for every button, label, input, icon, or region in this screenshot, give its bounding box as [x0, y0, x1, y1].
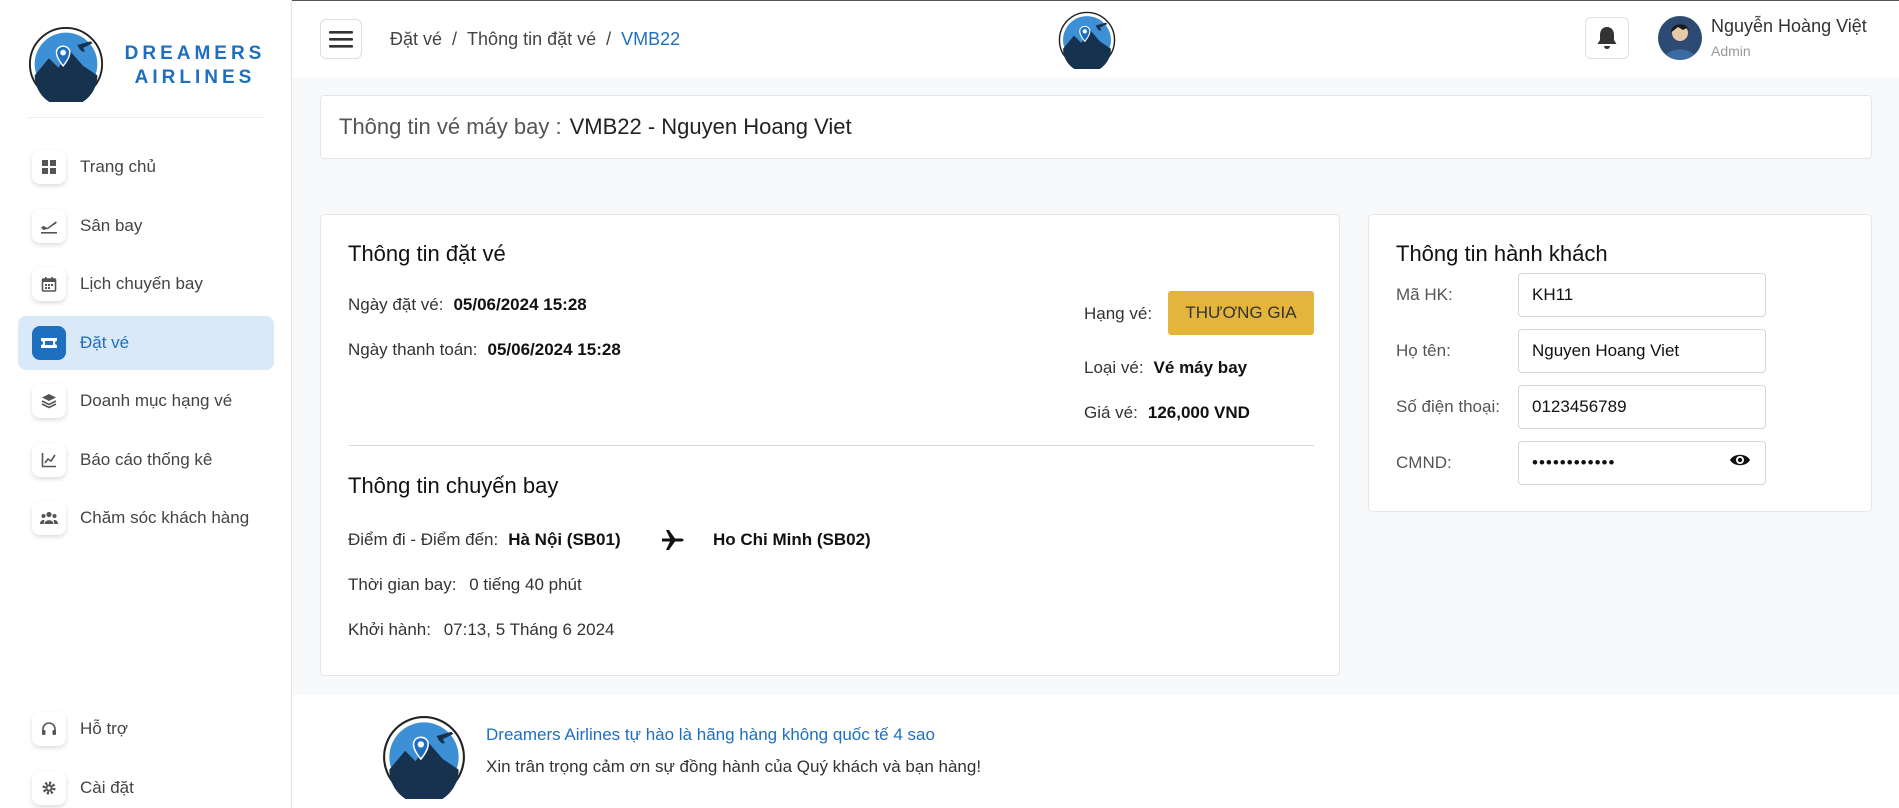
ticket-title-bar: Thông tin vé máy bay : VMB22 - Nguyen Ho… [320, 95, 1872, 159]
passenger-id-field[interactable] [1518, 273, 1766, 317]
brand-line2: AIRLINES [134, 67, 256, 88]
ticket-title-value: VMB22 - Nguyen Hoang Viet [569, 114, 852, 139]
booking-info-card: Thông tin đặt vé Ngày đặt vé: 05/06/2024 … [320, 214, 1340, 676]
passenger-heading: Thông tin hành khách [1396, 241, 1608, 266]
passenger-info-card: Thông tin hành khách Mã HK: Họ tên: Số đ… [1368, 214, 1872, 512]
booking-date-row: Ngày đặt vé: 05/06/2024 15:28 [348, 295, 587, 315]
sidebar-item-customer-care[interactable]: Chăm sóc khách hàng [18, 491, 274, 545]
gear-icon [32, 770, 66, 805]
departure-label: Khởi hành: [348, 620, 431, 639]
dreamers-logo-icon [1058, 11, 1116, 69]
route-row: Điểm đi - Điểm đến: Hà Nội (SB01) [348, 530, 621, 550]
section-divider [348, 445, 1314, 446]
booking-date-value: 05/06/2024 15:28 [453, 295, 587, 314]
hamburger-icon [329, 31, 353, 48]
breadcrumb-separator: / [452, 29, 458, 49]
breadcrumb-current: VMB22 [621, 29, 681, 49]
brand-divider [28, 117, 264, 118]
departure-row: Khởi hành: 07:13, 5 Tháng 6 2024 [348, 620, 615, 640]
sidebar-item-label: Hỗ trợ [80, 719, 128, 738]
eye-icon[interactable] [1729, 452, 1751, 468]
bell-icon [1597, 27, 1617, 49]
sidebar-item-booking[interactable]: Đặt vé [18, 315, 274, 370]
breadcrumb-separator: / [606, 29, 612, 49]
route-to: Ho Chi Minh (SB02) [713, 530, 871, 549]
avatar[interactable] [1658, 16, 1702, 60]
payment-date-value: 05/06/2024 15:28 [487, 340, 621, 359]
passenger-phone-field[interactable] [1518, 385, 1766, 429]
user-role: Admin [1711, 43, 1751, 59]
sidebar-item-flight-schedule[interactable]: Lịch chuyến bay [18, 257, 274, 311]
ticket-price-label: Giá vé: [1084, 403, 1138, 422]
passenger-id-label: Mã HK: [1396, 285, 1453, 304]
footer-thanks: Xin trân trọng cảm ơn sự đồng hành của Q… [486, 757, 982, 776]
brand-line1: DREAMERS [124, 43, 266, 64]
ticket-class-badge: THƯƠNG GIA [1168, 291, 1314, 335]
sidebar-item-support[interactable]: Hỗ trợ [18, 702, 274, 756]
duration-label: Thời gian bay: [348, 575, 457, 594]
breadcrumb-booking[interactable]: Đặt vé [390, 29, 442, 50]
ticket-type-row: Loại vé: Vé máy bay [1084, 358, 1247, 378]
route-label: Điểm đi - Điểm đến: [348, 530, 499, 549]
ticket-title-label: Thông tin vé máy bay : [339, 114, 562, 139]
sidebar-item-label: Lịch chuyến bay [80, 274, 203, 293]
brand[interactable]: DREAMERS AIRLINES [28, 26, 268, 104]
route-from: Hà Nội (SB01) [508, 530, 621, 549]
sidebar-item-label: Cài đặt [80, 777, 134, 797]
ticket-price-row: Giá vé: 126,000 VND [1084, 403, 1250, 423]
sidebar-nav: Trang chủ Sân bay Lịch chuyến bay Đặt vé… [18, 140, 274, 550]
sidebar-item-label: Doanh mục hạng vé [80, 391, 233, 410]
footer: Dreamers Airlines tự hào là hãng hàng kh… [292, 695, 1899, 808]
sidebar-item-settings[interactable]: Cài đặt [18, 761, 274, 808]
payment-date-label: Ngày thanh toán: [348, 340, 478, 359]
booking-heading: Thông tin đặt vé [348, 241, 506, 266]
headset-icon [32, 712, 66, 746]
airplane-icon [662, 530, 684, 550]
windows-icon [32, 150, 66, 184]
sidebar-item-airports[interactable]: Sân bay [18, 199, 274, 253]
sidebar-item-ticket-classes[interactable]: Doanh mục hạng vé [18, 374, 274, 428]
layers-icon [32, 384, 66, 418]
ticket-type-value: Vé máy bay [1153, 358, 1248, 377]
sidebar-item-reports[interactable]: Báo cáo thống kê [18, 433, 274, 487]
line-chart-icon [32, 442, 66, 477]
flight-heading: Thông tin chuyến bay [348, 473, 559, 498]
sidebar-bottom-nav: Hỗ trợ Cài đặt [18, 702, 274, 808]
sidebar-item-label: Đặt vé [80, 332, 130, 352]
duration-row: Thời gian bay: 0 tiếng 40 phút [348, 575, 582, 595]
payment-date-row: Ngày thanh toán: 05/06/2024 15:28 [348, 340, 621, 360]
sidebar-item-label: Trang chủ [80, 157, 156, 176]
passenger-name-field[interactable] [1518, 329, 1766, 373]
ticket-icon [32, 325, 66, 360]
calendar-icon [32, 267, 66, 301]
duration-value: 0 tiếng 40 phút [469, 575, 582, 594]
menu-toggle-button[interactable] [320, 19, 362, 59]
passenger-cmnd-label: CMND: [1396, 453, 1452, 472]
sidebar: DREAMERS AIRLINES Trang chủ Sân bay Lịch… [0, 0, 292, 808]
sidebar-item-label: Sân bay [80, 215, 143, 235]
route-to-row: Ho Chi Minh (SB02) [713, 530, 871, 550]
departure-value: 07:13, 5 Tháng 6 2024 [443, 620, 615, 639]
ticket-price-value: 126,000 VND [1147, 403, 1250, 422]
dreamers-logo-icon [28, 26, 104, 102]
breadcrumb-booking-info[interactable]: Thông tin đặt vé [467, 29, 596, 50]
footer-tagline: Dreamers Airlines tự hào là hãng hàng kh… [486, 725, 935, 744]
sidebar-item-label: Báo cáo thống kê [80, 449, 213, 469]
dreamers-logo-icon [382, 715, 466, 799]
sidebar-item-home[interactable]: Trang chủ [18, 140, 274, 194]
sidebar-item-label: Chăm sóc khách hàng [80, 508, 250, 527]
users-icon [32, 501, 66, 535]
ticket-type-label: Loại vé: [1084, 358, 1144, 377]
passenger-name-label: Họ tên: [1396, 341, 1451, 360]
brand-text: DREAMERS AIRLINES [120, 42, 270, 90]
notification-button[interactable] [1585, 17, 1629, 59]
booking-date-label: Ngày đặt vé: [348, 295, 444, 314]
class-label: Hạng vé: [1084, 304, 1153, 323]
passenger-phone-label: Số điện thoại: [1396, 397, 1500, 416]
user-name[interactable]: Nguyễn Hoàng Việt [1711, 16, 1867, 37]
top-header: Đặt vé / Thông tin đặt vé / VMB22 Nguyễn… [292, 0, 1899, 78]
breadcrumb: Đặt vé / Thông tin đặt vé / VMB22 [390, 29, 680, 50]
plane-departure-icon [32, 208, 66, 243]
